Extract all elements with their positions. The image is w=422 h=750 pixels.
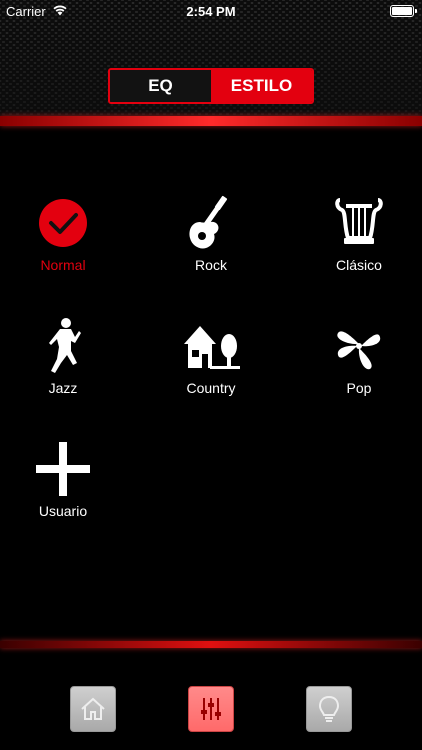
style-clasico[interactable]: Clásico: [299, 193, 419, 273]
style-label: Jazz: [48, 380, 78, 396]
style-normal[interactable]: Normal: [3, 193, 123, 273]
house-icon: [151, 316, 271, 376]
segment-estilo[interactable]: ESTILO: [211, 70, 312, 102]
style-usuario[interactable]: Usuario: [3, 439, 123, 519]
style-label: Pop: [346, 380, 372, 396]
style-label: Country: [186, 380, 236, 396]
style-label: Usuario: [38, 503, 88, 519]
checkmark-icon: [3, 193, 123, 253]
segment-eq[interactable]: EQ: [110, 70, 211, 102]
guitar-icon: [151, 193, 271, 253]
style-rock[interactable]: Rock: [151, 193, 271, 273]
style-pop[interactable]: Pop: [299, 316, 419, 396]
tab-lighting[interactable]: [306, 686, 352, 732]
plus-icon: [3, 439, 123, 499]
lightbulb-icon: [318, 695, 340, 722]
tab-home[interactable]: [70, 686, 116, 732]
style-country[interactable]: Country: [151, 316, 271, 396]
style-jazz[interactable]: Jazz: [3, 316, 123, 396]
lyre-icon: [299, 193, 419, 253]
footer-divider: [0, 641, 422, 648]
clock: 2:54 PM: [186, 4, 236, 19]
battery-icon: [390, 5, 417, 17]
style-label: Clásico: [336, 257, 382, 273]
tab-equalizer[interactable]: [188, 686, 234, 732]
header-divider: [0, 116, 422, 126]
style-label: Normal: [40, 257, 86, 273]
mode-segmented-control: EQ ESTILO: [108, 68, 314, 104]
style-label: Rock: [195, 257, 227, 273]
singer-icon: [3, 316, 123, 376]
status-bar: Carrier 2:54 PM: [0, 0, 422, 22]
home-icon: [81, 697, 105, 720]
fan-icon: [299, 316, 419, 376]
sliders-icon: [201, 698, 221, 720]
